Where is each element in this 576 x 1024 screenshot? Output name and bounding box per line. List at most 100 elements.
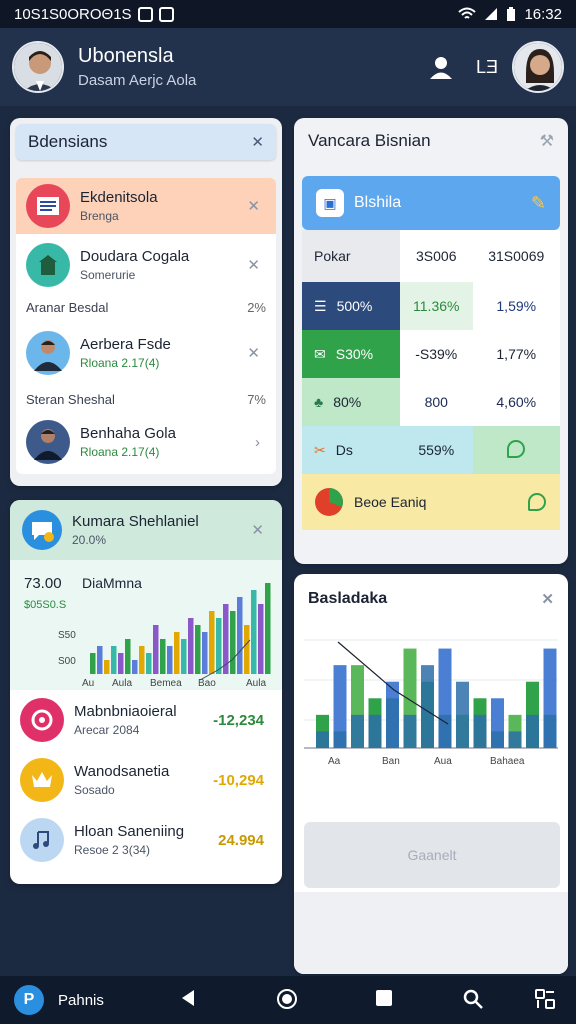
business-banner[interactable]: ▣ Blshila ✎ <box>302 176 560 230</box>
row-value: 1,59% <box>472 282 560 330</box>
music-icon <box>20 818 64 862</box>
business-card: Vancara Bisnian ⚒ ▣ Blshila ✎ Pokar 3S00… <box>294 118 568 564</box>
chart-value: 73.00 <box>24 575 62 592</box>
chevron-right-icon[interactable]: › <box>255 434 260 451</box>
item-subtitle: Rloana 2.17(4) <box>80 356 160 370</box>
table-row[interactable]: ✂ Ds 559% <box>302 426 560 474</box>
item-title: Wanodsanetia <box>74 763 170 780</box>
battery-icon <box>507 6 516 21</box>
activity-card: Kumara Shehlaniel 20.0% ✕ 73.00 DiaMmna … <box>10 500 282 884</box>
chart-bar <box>111 646 117 674</box>
chart-bar <box>160 639 166 674</box>
chart-bar-overlay <box>333 731 347 748</box>
list-item[interactable]: Mabnbniaoieral Arecar 2084 -12,234 <box>10 690 282 750</box>
row-label: S30% <box>335 346 374 362</box>
chart-bar-overlay <box>456 681 469 748</box>
chart-bar <box>258 604 264 674</box>
item-title: Ekdenitsola <box>80 189 158 206</box>
chart-bar-overlay <box>508 731 522 748</box>
generate-button[interactable]: Gaanelt <box>304 822 560 888</box>
item-subtitle: Somerurie <box>80 268 136 282</box>
list-item[interactable]: Aerbera Fsde Rloana 2.17(4) ✕ <box>16 318 276 388</box>
x-label: Aa <box>328 756 341 767</box>
avatar[interactable] <box>12 41 64 93</box>
item-subtitle: Sosado <box>74 783 115 797</box>
analysis-bar-chart: Aa Ban Aua Bahaea <box>304 639 558 767</box>
table-row[interactable]: Beoe Eaniq <box>302 474 560 530</box>
chart-bar <box>230 611 236 674</box>
contacts-card: Bdensians ✕ Ekdenitsola Brenga ✕ Doudara… <box>10 118 282 486</box>
app-header: Ubonensla Dasam Aerjc Aola LƎ <box>0 28 576 106</box>
analysis-card: Basladaka ✕ Aa Ban Aua Bahaea Gaanelt <box>294 574 568 974</box>
separator-value: 2% <box>247 299 266 315</box>
row-label: Ds <box>335 442 353 458</box>
chart-bar-overlay <box>403 714 417 748</box>
list-item[interactable]: Benhaha Gola Rloana 2.17(4) › <box>16 410 276 474</box>
list-icon: ☰ <box>314 297 327 314</box>
settings-icon[interactable] <box>534 988 556 1010</box>
row-value: 559% <box>400 426 473 474</box>
signal-icon <box>485 8 498 20</box>
chart-bar <box>251 590 257 674</box>
app-logo-icon[interactable]: P <box>14 985 44 1015</box>
chart-xtick: Au <box>82 678 94 689</box>
item-subtitle: Brenga <box>80 209 119 223</box>
search-icon[interactable] <box>462 988 484 1010</box>
table-row[interactable]: ☰ 500% 11.36% 1,59% <box>302 282 560 330</box>
banner-label: Blshila <box>354 194 402 211</box>
close-icon[interactable]: ✕ <box>541 590 554 608</box>
mini-bar-chart: 73.00 DiaMmna $05S0.S S50 S00 Au Aula Be… <box>24 575 271 689</box>
chart-bar <box>167 646 173 674</box>
chart-bar <box>139 646 145 674</box>
chat-bubble-icon[interactable] <box>507 439 526 458</box>
document-icon <box>26 184 70 228</box>
chart-bar <box>237 597 243 674</box>
pencil-icon[interactable]: ✎ <box>531 193 546 214</box>
chart-bar <box>209 611 215 674</box>
chart-bar-overlay <box>351 714 364 748</box>
table-header: Pokar 3S006 3​1S0069 <box>302 230 560 282</box>
chart-bar <box>244 625 250 674</box>
business-table: Pokar 3S006 3​1S0069 ☰ 500% 11.36% 1,59% … <box>302 230 560 530</box>
page-subtitle: Dasam Aerjc Aola <box>78 72 197 89</box>
list-item[interactable]: Ekdenitsola Brenga ✕ <box>16 178 276 234</box>
nav-label: Pahnis <box>58 991 104 1009</box>
chart-bar <box>202 632 208 674</box>
close-icon[interactable]: ✕ <box>251 521 264 539</box>
business-title: Vancara Bisnian <box>308 131 431 150</box>
chat-bubble-icon[interactable] <box>528 493 546 511</box>
close-icon[interactable]: ✕ <box>247 197 260 215</box>
chart-bar-overlay <box>386 698 399 748</box>
chart-bar-overlay <box>491 731 504 748</box>
list-item[interactable]: Doudara Cogala Somerurie ✕ <box>16 234 276 296</box>
close-icon[interactable]: ✕ <box>247 256 260 274</box>
flower-icon <box>20 698 64 742</box>
chart-ytick: S00 <box>58 656 76 667</box>
chart-bar <box>216 618 222 674</box>
recents-icon[interactable] <box>374 988 394 1008</box>
home-icon[interactable] <box>276 988 298 1010</box>
close-icon[interactable]: ✕ <box>247 344 260 362</box>
list-item[interactable]: Hloan Saneniing Resoe 2 3(34) 24.994 <box>10 810 282 870</box>
table-row[interactable]: ✉ S30% -S39% 1,77% <box>302 330 560 378</box>
list-item[interactable]: Wanodsanetia Sosado -10,294 <box>10 750 282 810</box>
back-icon[interactable] <box>178 988 198 1008</box>
chart-bar-overlay <box>316 731 329 748</box>
profile-avatar[interactable] <box>512 41 564 93</box>
notification-icon <box>137 6 153 22</box>
briefcase-icon: ▣ <box>316 189 344 217</box>
activity-chart: 73.00 DiaMmna $05S0.S S50 S00 Au Aula Be… <box>10 560 282 690</box>
people-icon: ♣ <box>314 394 324 410</box>
chart-bar <box>118 653 124 674</box>
row-value: 4,60% <box>472 378 560 426</box>
header-action-button[interactable]: LƎ <box>476 57 498 78</box>
close-icon[interactable]: ✕ <box>251 133 264 151</box>
chart-bar <box>125 639 131 674</box>
chart-bar <box>174 632 180 674</box>
table-row[interactable]: ♣ 80% 800 4,60% <box>302 378 560 426</box>
status-text: 10S1S0OROΘ1S <box>14 5 132 23</box>
item-subtitle: Arecar 2084 <box>74 723 140 737</box>
wrench-icon[interactable]: ⚒ <box>540 131 554 151</box>
user-icon[interactable] <box>428 54 454 80</box>
item-subtitle: Rloana 2.17(4) <box>80 445 160 459</box>
